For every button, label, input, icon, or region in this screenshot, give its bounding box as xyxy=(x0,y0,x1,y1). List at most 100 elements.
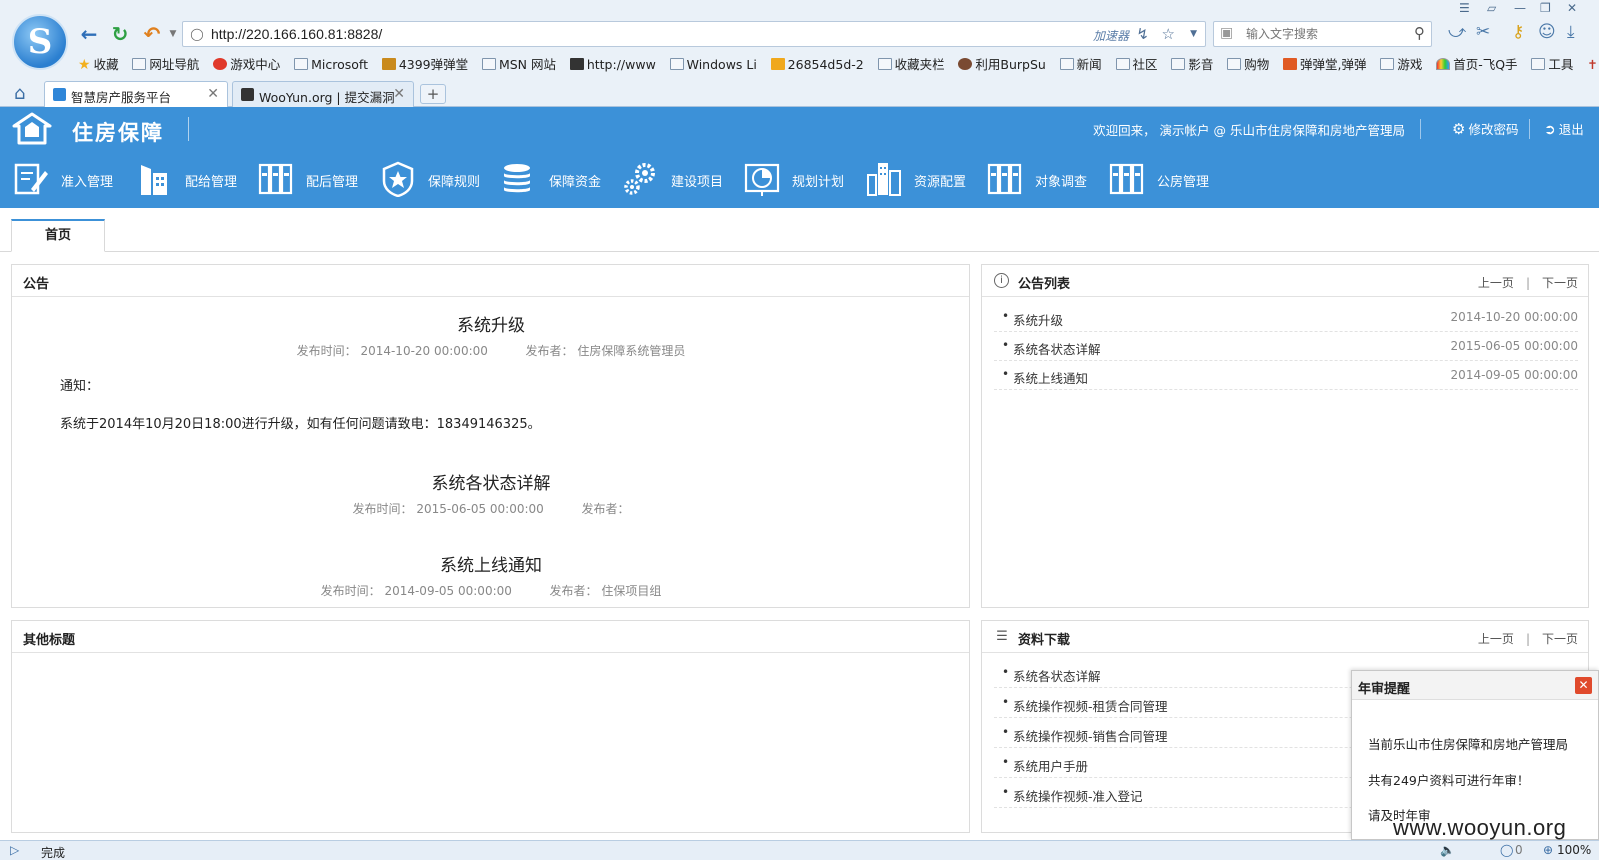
smiley-icon[interactable]: ☺ xyxy=(1538,22,1556,42)
announcement-title[interactable]: 系统各状态详解 xyxy=(12,469,970,494)
sidebar-toggle-icon[interactable]: ▷ xyxy=(10,843,19,857)
browser-tab-active[interactable]: 智慧房产服务平台 ✕ xyxy=(44,81,228,108)
search-icon[interactable]: ⚲ xyxy=(1414,24,1425,42)
popup-header: 年审提醒 ✕ xyxy=(1352,671,1598,700)
star-icon: ★ xyxy=(78,57,91,73)
bookmark-item[interactable]: 网址导航 xyxy=(132,55,199,75)
announcement-panel: 公告 系统升级 发布时间： 2014-10-20 00:00:00 发布者： 住… xyxy=(11,264,970,608)
tab-home[interactable]: 首页 xyxy=(11,219,105,252)
game-icon xyxy=(1283,58,1298,70)
pager: 上一页 | 下一页 xyxy=(1477,276,1578,290)
bookmark-item[interactable]: 新闻 xyxy=(1059,55,1102,75)
announcement-author: 住房保障系统管理员 xyxy=(577,344,686,358)
announcement-title[interactable]: 系统上线通知 xyxy=(12,551,970,576)
close-window-icon[interactable]: ✕ xyxy=(1567,1,1577,15)
minimize-icon[interactable]: — xyxy=(1514,1,1526,15)
lightning-icon[interactable]: ↯ xyxy=(1136,25,1149,43)
bookmark-item[interactable]: MSN 网站 xyxy=(481,55,556,75)
app-header: 住房保障 欢迎回来， 演示帐户 @ 乐山市住房保障和房地产管理局 ⚙ 修改密码 ➲… xyxy=(0,107,1599,152)
bookmark-item[interactable]: 26854d5d-2 xyxy=(770,55,864,75)
next-page-link[interactable]: 下一页 xyxy=(1542,632,1578,646)
divider xyxy=(188,117,189,141)
close-icon[interactable]: ✕ xyxy=(207,86,219,102)
chevron-down-icon[interactable]: ▼ xyxy=(1190,29,1197,39)
binders-icon xyxy=(258,163,293,195)
coins-stack-icon xyxy=(504,164,530,193)
list-item[interactable]: • 系统升级 2014-10-20 00:00:00 xyxy=(994,303,1578,332)
url-text[interactable]: http://220.166.160.81:8828/ xyxy=(211,26,382,42)
zoom-level[interactable]: 100% xyxy=(1557,843,1591,857)
scissors-icon[interactable]: ✂ xyxy=(1476,22,1490,42)
status-text: 完成 xyxy=(41,846,66,860)
panel-header: 公告 xyxy=(12,265,969,297)
shield-icon[interactable]: ◯ xyxy=(1500,843,1513,857)
panel-title: 公告 xyxy=(23,277,50,292)
binders-icon xyxy=(1109,163,1144,195)
rainbow-icon xyxy=(1436,58,1451,70)
gear-icon: ⚙ xyxy=(1452,120,1466,138)
search-box[interactable]: ▣ ⚲ xyxy=(1213,21,1432,47)
bookmark-item[interactable]: Windows Li xyxy=(669,55,757,75)
star-icon[interactable]: ☆ xyxy=(1162,25,1175,43)
bookmark-item[interactable]: 首页-飞Q手 xyxy=(1436,55,1518,75)
main-nav: 准入管理 配给管理 配后管理 保障规则 保障资金 建设项目 规划计划 资源配置 … xyxy=(0,152,1599,208)
bookmark-item[interactable]: 社区 xyxy=(1115,55,1158,75)
back-arrow-icon[interactable]: ← xyxy=(76,22,102,46)
bookmark-item[interactable]: 游戏中心 xyxy=(213,55,280,75)
list-item[interactable]: • 系统上线通知 2014-09-05 00:00:00 xyxy=(994,361,1578,390)
search-engine-icon[interactable]: ▣ xyxy=(1220,25,1233,41)
status-bar: ▷ 完成 🔈 ◯ 0 ⊕ 100% xyxy=(0,840,1599,860)
accelerator-label[interactable]: 加速器 xyxy=(1093,27,1129,44)
bookmark-item[interactable]: 收藏夹栏 xyxy=(877,55,945,75)
announcement-item: 系统升级 发布时间： 2014-10-20 00:00:00 发布者： 住房保障… xyxy=(12,311,970,359)
bookmark-item[interactable]: 利用BurpSu xyxy=(958,55,1046,75)
popup-message: 当前乐山市住房保障和房地产管理局 xyxy=(1368,737,1569,752)
bookmark-extra-icon[interactable]: ✝ xyxy=(1587,55,1597,75)
search-input[interactable] xyxy=(1246,25,1406,43)
panel-header: 其他标题 xyxy=(12,621,969,653)
logout-link[interactable]: ➲ 退出 xyxy=(1544,119,1584,138)
announcement-meta: 发布时间： 2014-10-20 00:00:00 发布者： 住房保障系统管理员 xyxy=(296,344,686,358)
panel-header: ☰ 资料下载 上一页 | 下一页 xyxy=(982,621,1588,653)
close-icon[interactable]: ✕ xyxy=(1575,677,1592,694)
change-password-link[interactable]: ⚙ 修改密码 xyxy=(1452,119,1518,138)
browser-logo[interactable]: S xyxy=(12,14,68,70)
prev-page-link[interactable]: 上一页 xyxy=(1478,276,1514,290)
popup-message: 共有249户资料可进行年审！ xyxy=(1368,773,1530,788)
browser-tab[interactable]: WooYun.org | 提交漏洞 ✕ xyxy=(232,81,414,107)
restore-icon[interactable]: ❐ xyxy=(1540,1,1551,15)
next-page-link[interactable]: 下一页 xyxy=(1542,276,1578,290)
divider xyxy=(1420,119,1421,139)
prev-page-link[interactable]: 上一页 xyxy=(1478,632,1514,646)
bookmark-item[interactable]: Microsoft xyxy=(294,55,368,75)
city-icon xyxy=(867,163,901,196)
bookmark-item[interactable]: 工具 xyxy=(1531,55,1573,75)
menu-icon[interactable]: ☰ xyxy=(1459,1,1470,15)
announcement-item: 系统上线通知 发布时间： 2014-09-05 00:00:00 发布者： 住保… xyxy=(12,551,970,599)
bookmark-item[interactable]: 影音 xyxy=(1171,55,1213,75)
speaker-icon[interactable]: 🔈 xyxy=(1440,843,1455,857)
close-icon[interactable]: ✕ xyxy=(393,86,405,102)
list-item[interactable]: • 系统各状态详解 2015-06-05 00:00:00 xyxy=(994,332,1578,361)
refresh-icon[interactable]: ↻ xyxy=(107,22,133,46)
bookmark-item[interactable]: 4399弹弹堂 xyxy=(381,55,468,75)
announcement-body: 系统于2014年10月20日18:00进行升级，如有任何问题请致电：183491… xyxy=(60,417,541,432)
home-icon[interactable]: ⌂ xyxy=(14,83,25,104)
bookmark-item[interactable]: 游戏 xyxy=(1380,55,1422,75)
toolbar-plugin-icon[interactable]: ⤻ xyxy=(1448,22,1466,42)
bookmark-item[interactable]: http://www xyxy=(569,55,656,75)
skin-icon[interactable]: ▱ xyxy=(1487,1,1496,15)
bookmark-favorites[interactable]: ★ 收藏 xyxy=(78,55,119,75)
zoom-icon[interactable]: ⊕ xyxy=(1543,843,1553,857)
announcement-title[interactable]: 系统升级 xyxy=(12,311,970,336)
address-bar[interactable]: ◯ http://220.166.160.81:8828/ 加速器 ↯ ☆ ▼ xyxy=(182,21,1206,47)
download-icon[interactable]: ⤓ xyxy=(1567,22,1575,42)
bookmark-item[interactable]: 弹弹堂,弹弹 xyxy=(1283,55,1367,75)
bookmark-item[interactable]: 购物 xyxy=(1227,55,1269,75)
new-tab-button[interactable]: + xyxy=(420,84,446,104)
app-logo-icon[interactable] xyxy=(12,112,52,146)
edit-form-icon xyxy=(14,163,48,195)
site-favicon-icon xyxy=(53,88,66,101)
key-icon[interactable]: ⚷ xyxy=(1512,22,1524,42)
panel-header: i 公告列表 上一页 | 下一页 xyxy=(982,265,1588,297)
